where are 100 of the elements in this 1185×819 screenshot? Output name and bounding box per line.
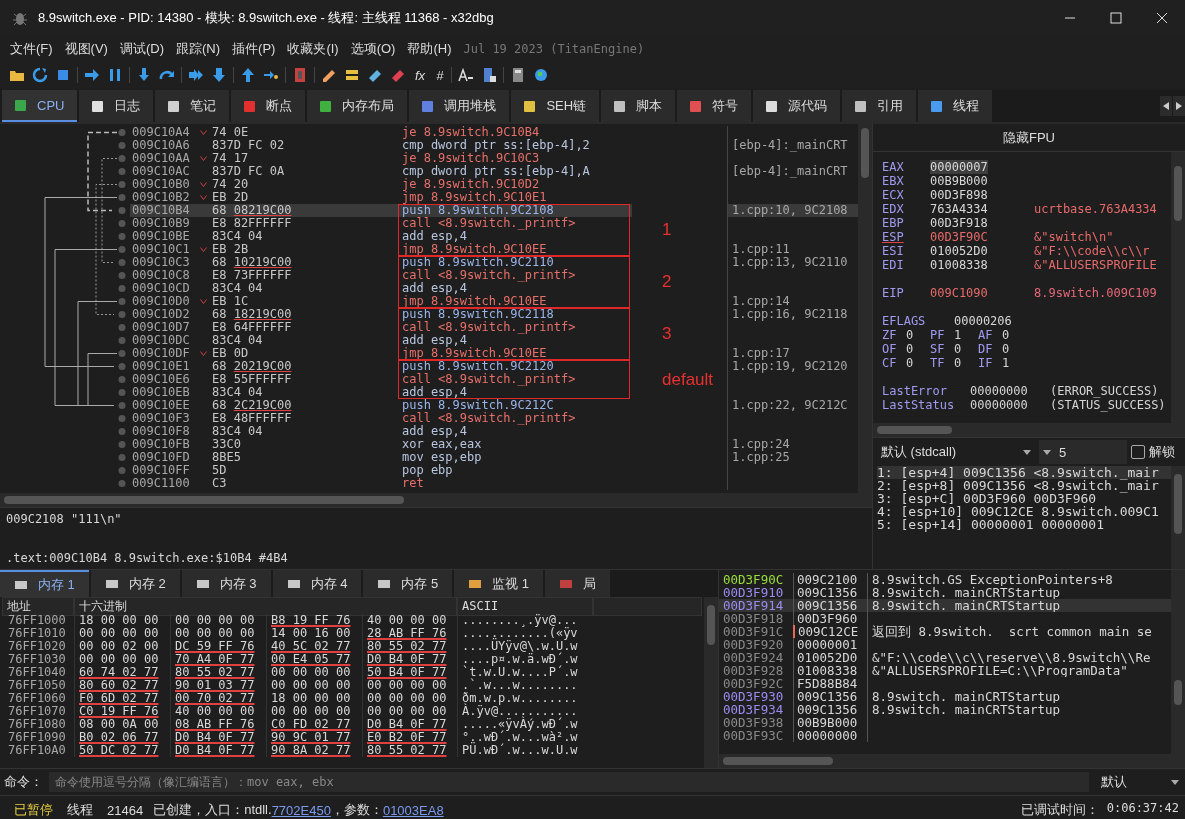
register-value[interactable]: 763A4334 <box>930 202 988 216</box>
tab[interactable]: 符号 <box>677 90 752 122</box>
flag-value[interactable]: 0 <box>954 356 962 370</box>
menu-item[interactable]: 收藏夹(I) <box>281 40 345 58</box>
parameter-link[interactable]: 01003EA8 <box>382 802 444 818</box>
vertical-scrollbar[interactable] <box>704 597 718 768</box>
tab[interactable]: 内存 2 <box>90 570 180 597</box>
tab[interactable]: 脚本 <box>601 90 676 122</box>
tab[interactable]: 引用 <box>842 90 917 122</box>
horizontal-scrollbar[interactable] <box>0 493 872 507</box>
run-arrow-icon[interactable] <box>83 66 101 84</box>
command-mode-dropdown[interactable]: 默认 <box>1095 773 1185 791</box>
bytes-cell-text: 68 20219C00 <box>211 360 293 373</box>
disassembly-row[interactable]: 009C10CD 83C4 04 add esp,4 <box>130 282 632 295</box>
tab[interactable]: 内存 1 <box>0 570 89 597</box>
column-header[interactable]: 十六进制 <box>74 597 457 616</box>
scroll-left-icon[interactable] <box>1160 96 1172 116</box>
disassembly-row[interactable]: 009C10C8 E8 73FFFFFF call <8.9switch._printf> <box>130 269 632 282</box>
menu-item[interactable]: 视图(V) <box>58 40 114 58</box>
instruction-cell-text: call <8.9switch._printf> <box>402 269 577 282</box>
disassembly-row[interactable]: 009C10A4 74 0E je 8.9switch.9C10B4 <box>130 126 632 139</box>
disassembly-row[interactable]: 009C10E6 E8 55FFFFFF call <8.9switch._printf> <box>130 373 632 386</box>
disassembly-row[interactable]: 009C10FD 8BE5 mov esp,ebp <box>130 451 632 464</box>
disassembly-row[interactable]: 009C10B4 68 08219C00 push 8.9switch.9C2108 <box>130 204 632 217</box>
argument-count-spinner[interactable]: 5 <box>1039 440 1127 464</box>
text-size-icon[interactable] <box>457 66 476 84</box>
tab[interactable]: 源代码 <box>753 90 841 122</box>
disassembly-row[interactable]: 009C10FF 5D pop ebp <box>130 464 632 477</box>
disassembly-row[interactable]: 009C1100 C3 ret <box>130 477 632 490</box>
flag-value[interactable]: 0 <box>1002 328 1010 342</box>
menu-item[interactable]: 调试(D) <box>113 40 170 58</box>
flag-value[interactable]: 0 <box>1002 342 1010 356</box>
register-value[interactable]: 01008338 <box>930 258 988 272</box>
tab[interactable]: 调用堆栈 <box>409 90 510 122</box>
flag-value[interactable]: 1 <box>954 328 962 342</box>
disassembly-row[interactable]: 009C10B9 E8 82FFFFFF call <8.9switch._printf> <box>130 217 632 230</box>
disassembly-row[interactable]: 009C10EB 83C4 04 add esp,4 <box>130 386 632 399</box>
vertical-scrollbar[interactable] <box>1171 152 1185 423</box>
tab[interactable]: 局 <box>545 570 611 597</box>
address-cell-text: 009C10B2 <box>132 191 191 204</box>
tab[interactable]: 监视 1 <box>454 570 544 597</box>
column-header[interactable]: 地址 <box>2 597 74 616</box>
flag-value[interactable]: 0 <box>906 328 914 342</box>
tab[interactable]: 内存 4 <box>272 570 362 597</box>
hex-bytes: 00 00 00 00 <box>367 678 447 692</box>
disassembly-row[interactable]: 009C10AC 837D FC 0A cmp dword ptr ss:[ebp-4],A <box>130 165 632 178</box>
vertical-scrollbar[interactable] <box>1171 570 1185 754</box>
menu-item[interactable]: 帮助(H) <box>401 40 458 58</box>
tab[interactable]: 线程 <box>918 90 993 122</box>
toolbar-button[interactable]: # <box>433 67 447 83</box>
calling-convention-dropdown[interactable]: 默认 (stdcall) <box>877 443 1035 461</box>
tab[interactable]: 内存 5 <box>363 570 453 597</box>
register-value[interactable]: 00D3F90C <box>930 230 988 244</box>
instruction-cell-text: je 8.9switch.9C10B4 <box>402 126 541 139</box>
horizontal-scrollbar[interactable] <box>719 754 1185 768</box>
register-value[interactable]: 00B9B000 <box>930 174 988 188</box>
menu-item[interactable]: 跟踪(N) <box>170 40 227 58</box>
disassembly-row[interactable]: 009C10BE 83C4 04 add esp,4 <box>130 230 632 243</box>
flag-value[interactable]: 0 <box>954 342 962 356</box>
disassembly-row[interactable]: 009C10B0 74 20 je 8.9switch.9C10D2 <box>130 178 632 191</box>
entry-link[interactable]: 7702E450 <box>271 802 331 818</box>
register-value[interactable]: 00000206 <box>954 314 1058 328</box>
disassembly-row[interactable]: 009C10F8 83C4 04 add esp,4 <box>130 425 632 438</box>
menu-item[interactable]: 插件(P) <box>226 40 282 58</box>
command-input[interactable]: 命令使用逗号分隔（像汇编语言）：mov eax, ebx <box>49 772 1089 792</box>
disassembly-row[interactable]: 009C10AA 74 17 je 8.9switch.9C10C3 <box>130 152 632 165</box>
tab[interactable]: CPU <box>2 90 78 122</box>
flag-value[interactable]: 0 <box>906 356 914 370</box>
unlock-checkbox[interactable]: 解锁 <box>1131 443 1175 461</box>
tab[interactable]: 笔记 <box>155 90 230 122</box>
down-arrow-icon[interactable] <box>210 66 228 84</box>
register-value[interactable]: 009C1090 <box>930 286 1034 300</box>
toolbar-button[interactable]: fx <box>412 67 429 83</box>
disassembly-row[interactable]: 009C10A6 837D FC 02 cmp dword ptr ss:[ebp-4],2 <box>130 139 632 152</box>
scroll-right-icon[interactable] <box>1173 96 1185 116</box>
disassembly-row[interactable]: 009C10FB 33C0 xor eax,eax <box>130 438 632 451</box>
horizontal-scrollbar[interactable] <box>873 423 1185 437</box>
disassembly-row[interactable]: 009C10B2 EB 2D jmp 8.9switch.9C10E1 <box>130 191 632 204</box>
bytes-cell-text: 74 17 <box>211 152 250 165</box>
disassembly-row[interactable]: 009C10F3 E8 48FFFFFF call <8.9switch._printf> <box>130 412 632 425</box>
tab[interactable]: 日志 <box>79 90 154 122</box>
tab[interactable]: 内存 3 <box>181 570 271 597</box>
register-value[interactable]: 010052D0 <box>930 244 988 258</box>
tab[interactable]: 内存布局 <box>307 90 408 122</box>
vertical-scrollbar[interactable] <box>1171 466 1185 569</box>
register-value[interactable]: 00D3F918 <box>930 216 988 230</box>
flag-value[interactable]: 1 <box>1002 356 1010 370</box>
debug-state: 已暂停 <box>14 801 53 819</box>
restart-icon[interactable] <box>31 66 49 84</box>
tab[interactable]: 断点 <box>231 90 306 122</box>
disassembly-row[interactable]: 009C10D7 E8 64FFFFFF call <8.9switch._printf> <box>130 321 632 334</box>
menu-item[interactable]: 文件(F) <box>4 40 59 58</box>
register-value[interactable]: 00000007 <box>930 160 988 174</box>
flag-value[interactable]: 0 <box>906 342 914 356</box>
up-arrow-icon[interactable] <box>239 66 257 84</box>
tab[interactable]: SEH链 <box>511 90 600 122</box>
menu-item[interactable]: 选项(O) <box>344 40 402 58</box>
disassembly-row[interactable]: 009C10DC 83C4 04 add esp,4 <box>130 334 632 347</box>
register-value[interactable]: 00D3F898 <box>930 188 988 202</box>
disassembly-row[interactable]: 009C10EE 68 2C219C00 push 8.9switch.9C212C <box>130 399 632 412</box>
